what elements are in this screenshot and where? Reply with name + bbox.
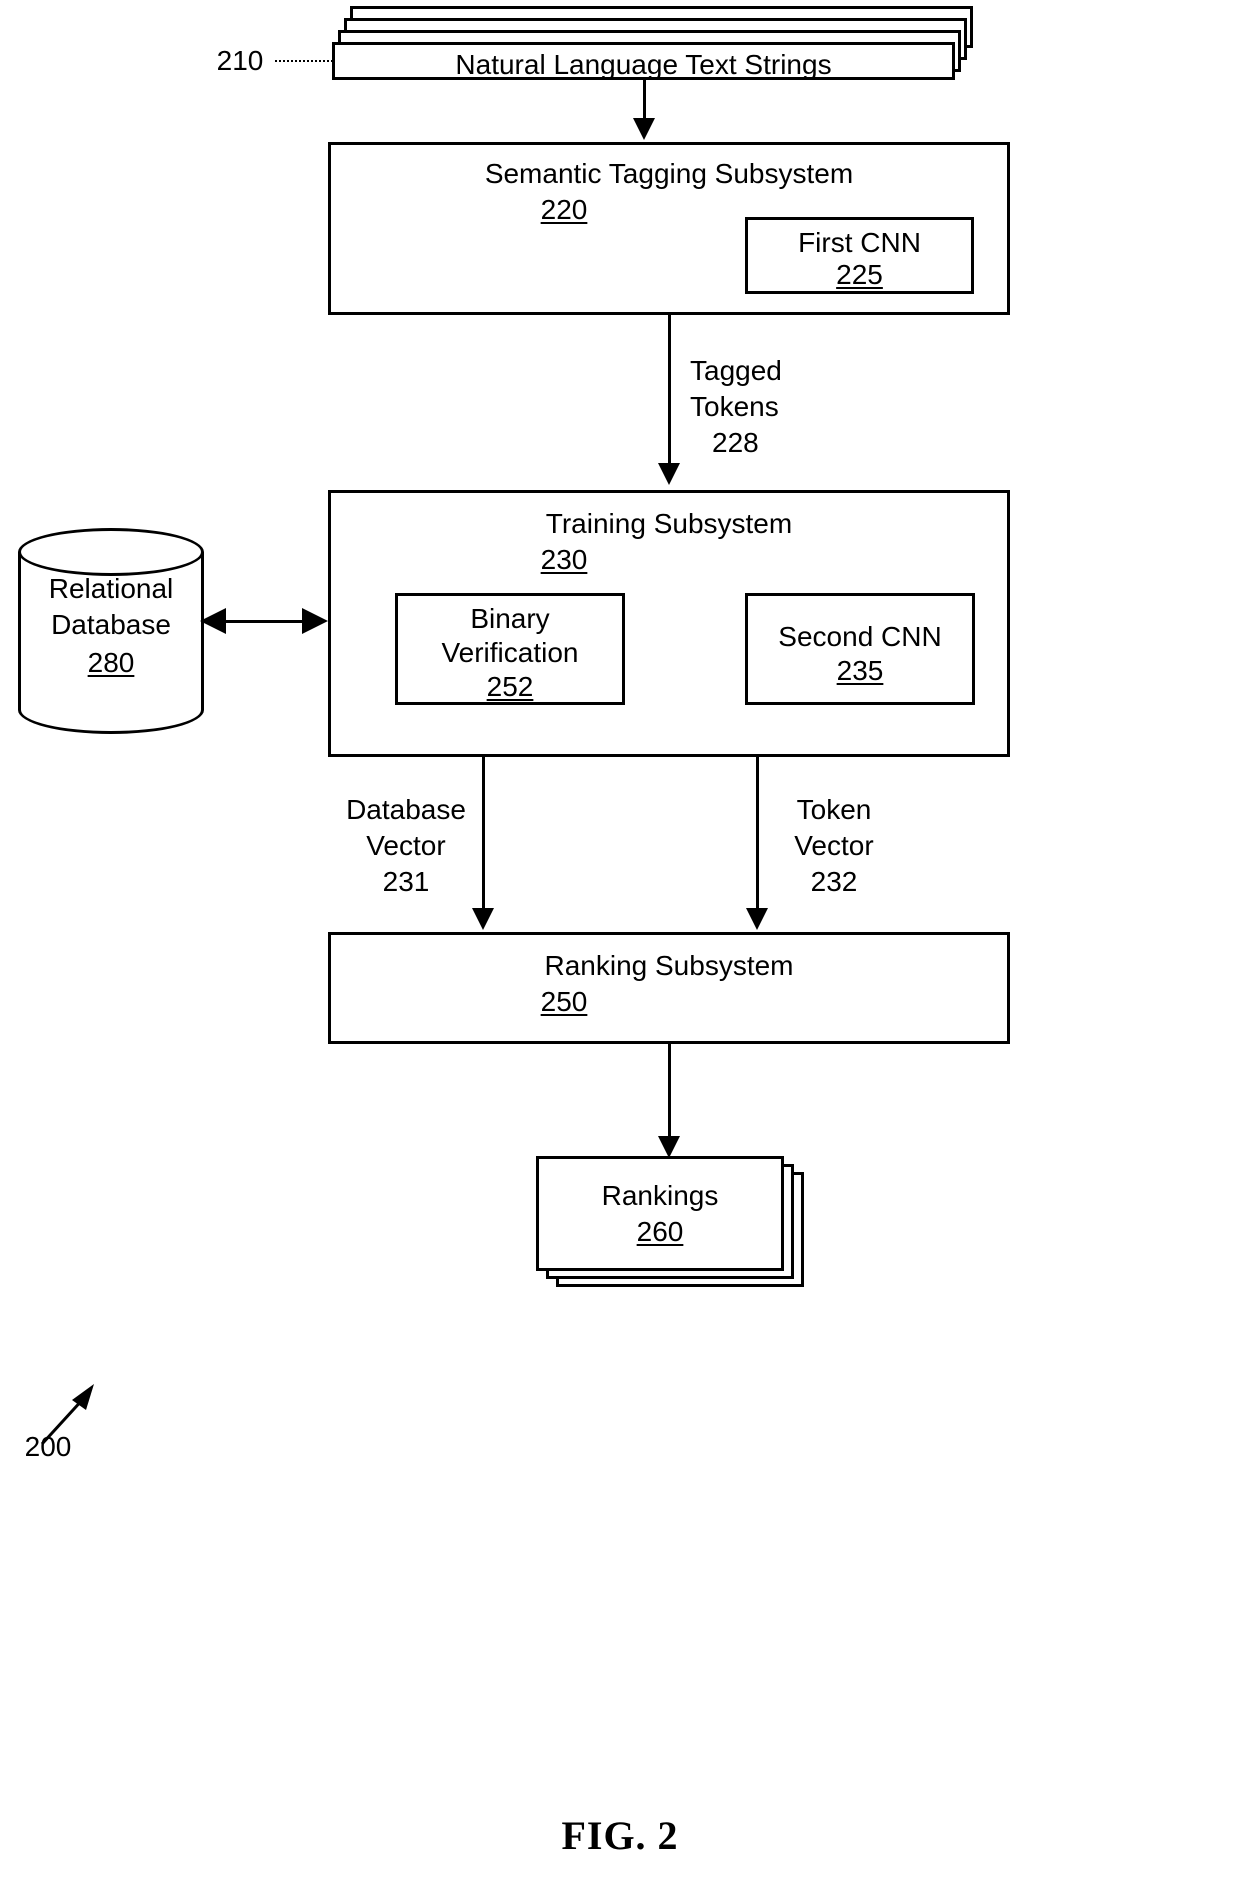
token-vector-label-line1: Token xyxy=(796,794,872,825)
database-vector-label-line2: Vector xyxy=(366,830,446,861)
training-subsystem-box: Training Subsystem 230 Binary Verificati… xyxy=(328,490,1010,757)
callout-210: 210 xyxy=(216,45,264,76)
edge-tagging-to-training-line xyxy=(668,315,671,467)
binary-verification-box: Binary Verification 252 xyxy=(395,593,625,705)
callout-210-leader xyxy=(275,60,333,62)
tagged-tokens-ref: 228 xyxy=(712,427,759,458)
database-vector-ref: 231 xyxy=(382,866,430,897)
training-subsystem-ref: 230 xyxy=(540,544,588,575)
system-callout-200: 200 xyxy=(24,1431,72,1462)
tagged-tokens-label-line2: Tokens xyxy=(690,391,779,422)
second-cnn-ref: 235 xyxy=(836,655,884,686)
edge-ranking-to-rankings-line xyxy=(668,1044,671,1140)
edge-tagging-to-training-arrowhead xyxy=(658,463,680,485)
binary-verification-title-line1: Binary xyxy=(470,603,550,634)
first-cnn-box: First CNN 225 xyxy=(745,217,974,294)
second-cnn-title: Second CNN xyxy=(778,621,942,652)
token-vector-ref: 232 xyxy=(810,866,858,897)
rankings-title: Rankings xyxy=(601,1180,719,1211)
relational-database-line2: Database xyxy=(51,609,171,640)
semantic-tagging-subsystem-box: Semantic Tagging Subsystem 220 First CNN… xyxy=(328,142,1010,315)
db-training-arrowhead-left xyxy=(200,608,226,634)
figure-caption: FIG. 2 xyxy=(561,1813,679,1858)
edge-token-vector-line xyxy=(756,757,759,912)
text-strings-box: Natural Language Text Strings xyxy=(332,42,955,80)
patent-figure-2: 210 Natural Language Text Strings Semant… xyxy=(0,0,1240,1899)
first-cnn-ref: 225 xyxy=(836,259,883,290)
binary-verification-ref: 252 xyxy=(486,671,534,702)
binary-verification-title-line2: Verification xyxy=(441,637,579,668)
edge-token-vector-arrowhead xyxy=(746,908,768,930)
relational-database-ref: 280 xyxy=(87,647,135,678)
ranking-subsystem-title: Ranking Subsystem xyxy=(544,950,794,981)
db-training-arrowhead-right xyxy=(302,608,328,634)
edge-ranking-to-rankings-arrowhead xyxy=(658,1136,680,1158)
db-training-connector-line xyxy=(224,620,308,623)
ranking-subsystem-ref: 250 xyxy=(540,986,588,1017)
token-vector-label-line2: Vector xyxy=(794,830,874,861)
edge-strings-to-tagging-arrowhead xyxy=(633,118,655,140)
rankings-ref: 260 xyxy=(636,1216,684,1247)
text-strings-label: Natural Language Text Strings xyxy=(455,49,832,80)
ranking-subsystem-box: Ranking Subsystem 250 xyxy=(328,932,1010,1044)
relational-database-line1: Relational xyxy=(48,573,174,604)
semantic-tagging-subsystem-title: Semantic Tagging Subsystem xyxy=(484,158,854,189)
edge-database-vector-arrowhead xyxy=(472,908,494,930)
first-cnn-title: First CNN xyxy=(798,227,921,258)
edge-strings-to-tagging-line xyxy=(643,80,646,122)
tagged-tokens-label-line1: Tagged xyxy=(690,355,782,386)
database-vector-label-line1: Database xyxy=(346,794,466,825)
second-cnn-box: Second CNN 235 xyxy=(745,593,975,705)
rankings-box: Rankings 260 xyxy=(536,1156,784,1271)
training-subsystem-title: Training Subsystem xyxy=(545,508,793,539)
edge-database-vector-line xyxy=(482,757,485,912)
